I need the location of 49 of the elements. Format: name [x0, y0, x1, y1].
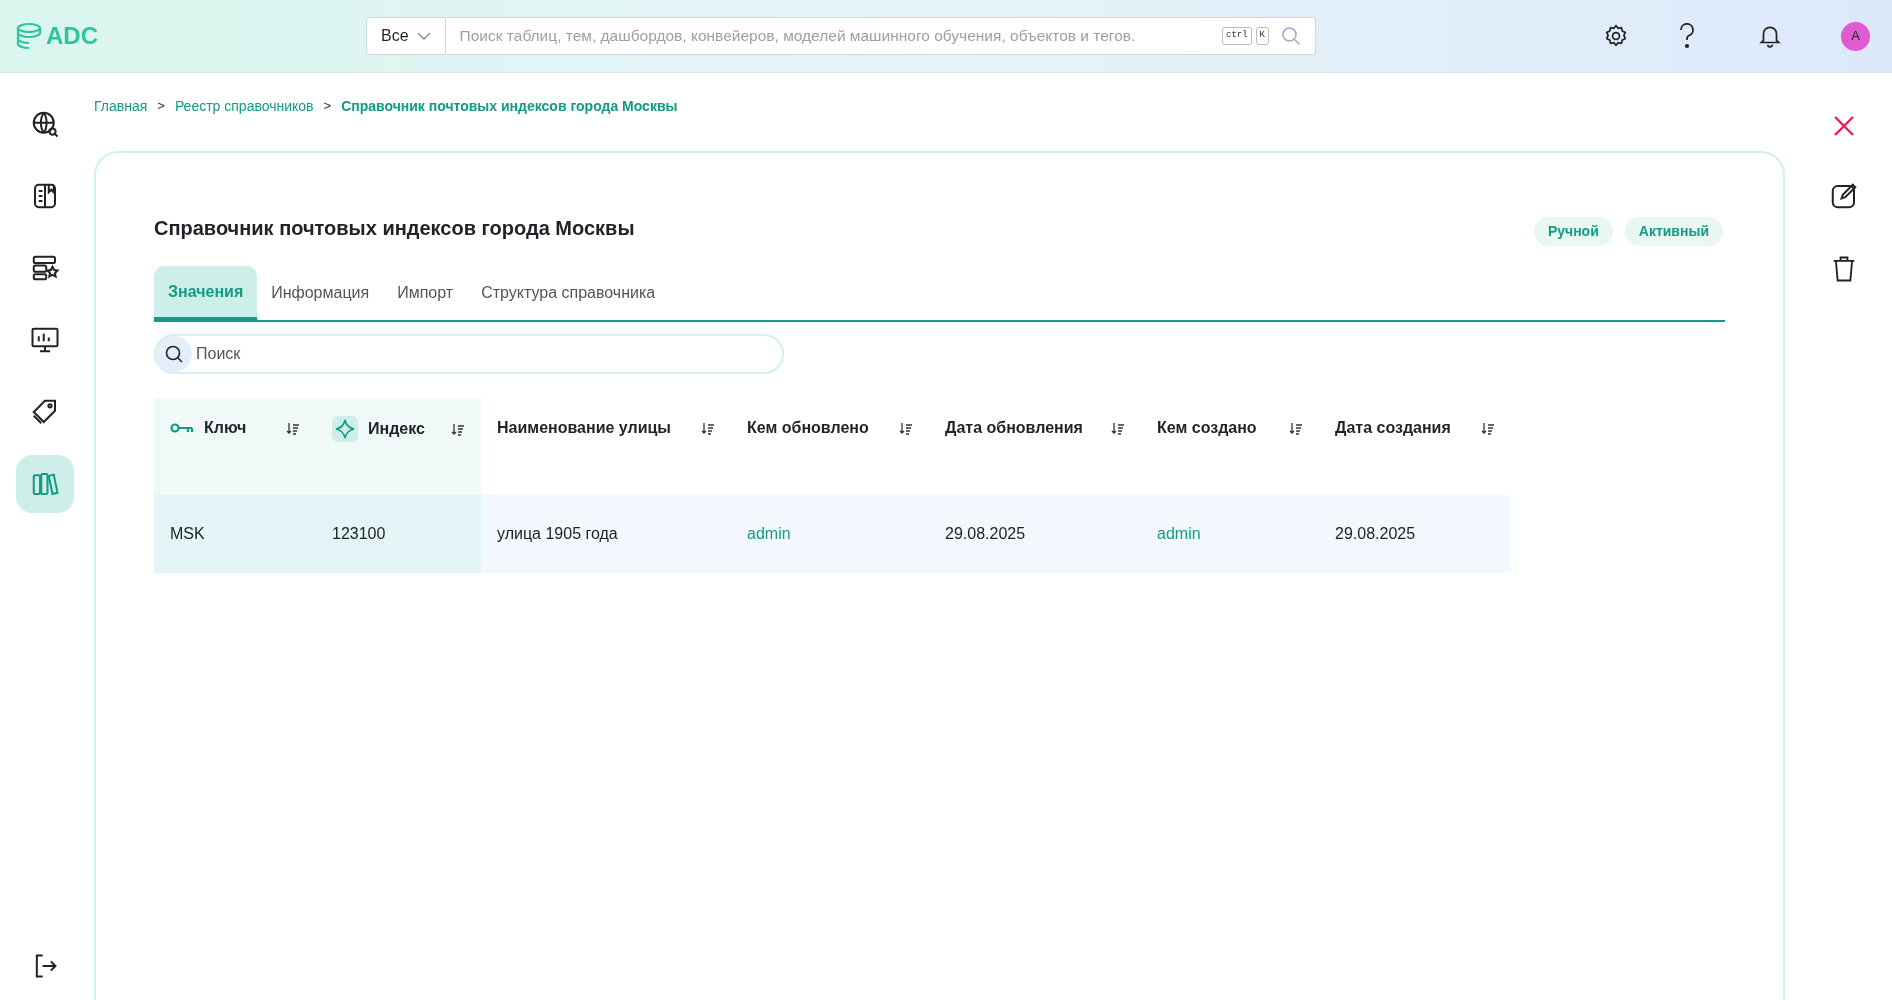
chevron-down-icon — [416, 31, 431, 41]
key-icon — [170, 421, 194, 435]
sort-icon[interactable] — [1111, 421, 1125, 435]
tab[interactable]: Информация — [257, 266, 384, 320]
close-icon[interactable] — [1832, 114, 1856, 138]
breadcrumb-separator: > — [323, 97, 332, 116]
sort-icon[interactable] — [701, 421, 715, 435]
edit-icon[interactable] — [1829, 181, 1859, 211]
global-search-input[interactable]: Поиск таблиц, тем, дашбордов, конвейеров, моделей машинного обучения, объектов и тегов. — [445, 18, 1222, 54]
global-search-field[interactable]: Поиск таблиц, тем, дашбордов, конвейеров, моделей машинного обучения, объектов и тегов. ctrl K — [445, 17, 1316, 55]
sort-icon[interactable] — [286, 421, 300, 435]
monitor-chart-icon — [30, 325, 60, 355]
column-header[interactable]: Индекс — [368, 417, 425, 441]
database-icon — [14, 21, 44, 51]
shortcut-key: K — [1255, 27, 1269, 45]
column-header[interactable]: Дата обновления — [945, 416, 1083, 440]
globe-search-icon — [30, 109, 60, 139]
sort-icon[interactable] — [451, 422, 465, 436]
sort-icon[interactable] — [1481, 421, 1495, 435]
search-input[interactable]: Поиск — [192, 336, 782, 372]
tab[interactable]: Структура справочника — [467, 266, 670, 320]
status-badge: Активный — [1624, 217, 1723, 246]
server-star-icon — [30, 253, 60, 283]
help-icon[interactable] — [1677, 22, 1697, 50]
sparkle-icon — [332, 416, 358, 442]
user-avatar[interactable]: A — [1841, 21, 1870, 51]
table-cell: улица 1905 года — [497, 525, 618, 542]
tab[interactable]: Импорт — [383, 266, 468, 320]
table-cell: 29.08.2025 — [1335, 525, 1416, 542]
page-title: Справочник почтовых индексов города Москвы — [154, 215, 635, 241]
settings-icon[interactable] — [1603, 23, 1629, 49]
search-icon — [164, 344, 184, 364]
table-cell: MSK — [170, 525, 205, 542]
breadcrumb-separator: > — [157, 97, 165, 116]
scope-dropdown[interactable]: Все — [366, 17, 446, 55]
column-header[interactable]: Кем создано — [1157, 416, 1257, 440]
search-field[interactable]: Поиск — [154, 334, 784, 374]
breadcrumb-link[interactable]: Главная — [94, 95, 148, 117]
column-header[interactable]: Наименование улицы — [497, 416, 671, 440]
column-header[interactable]: Дата создания — [1335, 416, 1451, 440]
column-header[interactable]: Кем обновлено — [747, 416, 869, 440]
status-badge: Ручной — [1533, 217, 1613, 246]
sort-icon[interactable] — [899, 421, 913, 435]
shortcut-key: ctrl — [1222, 27, 1252, 45]
table-cell: 123100 — [332, 525, 386, 542]
column-header[interactable]: Ключ — [204, 416, 247, 440]
breadcrumb-link[interactable]: Реестр справочников — [174, 95, 314, 117]
sort-icon[interactable] — [1289, 421, 1303, 435]
table-cell: 29.08.2025 — [945, 525, 1026, 542]
